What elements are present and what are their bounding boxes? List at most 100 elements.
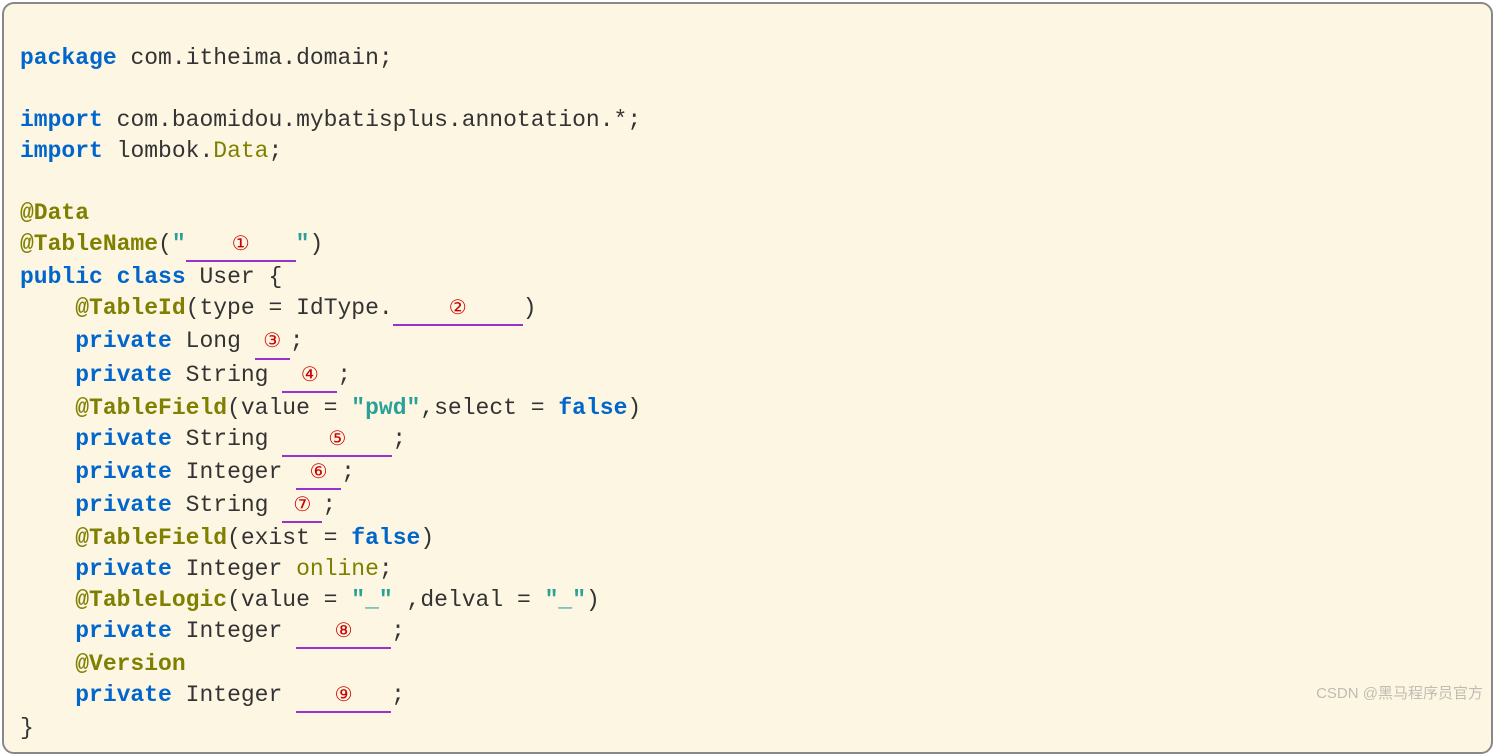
string-underscore: "_": [545, 587, 586, 613]
code-block: package com.itheima.domain; import com.b…: [2, 2, 1493, 754]
paren-open: (: [158, 231, 172, 257]
type-string: String: [186, 426, 269, 452]
keyword-private: private: [75, 492, 172, 518]
quote: ": [172, 231, 186, 257]
import-lombok: lombok.: [117, 138, 214, 164]
string-underscore: "_": [351, 587, 392, 613]
paren-close: ): [309, 231, 323, 257]
blank-4[interactable]: ④: [282, 360, 337, 393]
circled-3: ③: [261, 330, 283, 352]
paren-close: ): [627, 395, 641, 421]
semicolon: ;: [379, 45, 393, 71]
semicolon: ;: [322, 492, 336, 518]
param-type: type: [199, 295, 254, 321]
annotation-tablefield: @TableField: [75, 525, 227, 551]
keyword-private: private: [75, 682, 172, 708]
circled-2: ②: [447, 297, 469, 319]
equals: =: [310, 587, 351, 613]
keyword-private: private: [75, 362, 172, 388]
type-string: String: [186, 492, 269, 518]
comma: ,: [420, 395, 434, 421]
type-long: Long: [186, 328, 241, 354]
paren-close: ): [523, 295, 537, 321]
type-string: String: [186, 362, 269, 388]
blank-5[interactable]: ⑤: [282, 424, 392, 457]
type-integer: Integer: [186, 459, 283, 485]
semicolon: ;: [268, 138, 282, 164]
blank-9[interactable]: ⑨: [296, 680, 391, 713]
import-path: com.baomidou.mybatisplus.annotation.*: [117, 107, 628, 133]
paren-open: (: [186, 295, 200, 321]
annotation-version: @Version: [75, 651, 185, 677]
blank-2[interactable]: ②: [393, 293, 523, 326]
paren-open: (: [227, 525, 241, 551]
blank-6[interactable]: ⑥: [296, 457, 341, 490]
blank-8[interactable]: ⑧: [296, 616, 391, 649]
keyword-import: import: [20, 107, 103, 133]
param-value: value: [241, 587, 310, 613]
comma: ,: [407, 587, 421, 613]
keyword-private: private: [75, 459, 172, 485]
class-name: User: [199, 264, 254, 290]
paren-close: ): [586, 587, 600, 613]
literal-false: false: [558, 395, 627, 421]
equals: =: [503, 587, 544, 613]
blank-7[interactable]: ⑦: [282, 490, 322, 523]
paren-open: (: [227, 395, 241, 421]
keyword-private: private: [75, 556, 172, 582]
keyword-public: public: [20, 264, 103, 290]
type-integer: Integer: [186, 682, 283, 708]
watermark-text: CSDN @黑马程序员官方: [1316, 682, 1483, 703]
equals: =: [310, 525, 351, 551]
keyword-import: import: [20, 138, 103, 164]
keyword-class: class: [117, 264, 186, 290]
blank-1[interactable]: ①: [186, 229, 296, 262]
quote: ": [296, 231, 310, 257]
brace-close: }: [20, 715, 34, 741]
string-pwd: "pwd": [351, 395, 420, 421]
semicolon: ;: [391, 618, 405, 644]
param-exist: exist: [241, 525, 310, 551]
brace-open: {: [269, 264, 283, 290]
paren-close: ): [420, 525, 434, 551]
annotation-data: @Data: [20, 200, 89, 226]
annotation-tableid: @TableId: [75, 295, 185, 321]
type-integer: Integer: [186, 618, 283, 644]
blank-3[interactable]: ③: [255, 326, 290, 359]
semicolon: ;: [337, 362, 351, 388]
keyword-private: private: [75, 618, 172, 644]
equals: =: [310, 395, 351, 421]
keyword-private: private: [75, 426, 172, 452]
equals: =: [255, 295, 296, 321]
semicolon: ;: [627, 107, 641, 133]
semicolon: ;: [392, 426, 406, 452]
circled-8: ⑧: [333, 620, 355, 642]
semicolon: ;: [341, 459, 355, 485]
param-delval: delval: [420, 587, 503, 613]
semicolon: ;: [290, 328, 304, 354]
package-name: com.itheima.domain: [130, 45, 378, 71]
equals: =: [517, 395, 558, 421]
semicolon: ;: [391, 682, 405, 708]
dot: .: [379, 295, 393, 321]
paren-open: (: [227, 587, 241, 613]
idtype-class: IdType: [296, 295, 379, 321]
annotation-tablefield: @TableField: [75, 395, 227, 421]
semicolon: ;: [379, 556, 393, 582]
circled-4: ④: [299, 364, 321, 386]
field-online: online: [296, 556, 379, 582]
import-data: Data: [213, 138, 268, 164]
keyword-private: private: [75, 328, 172, 354]
circled-6: ⑥: [308, 461, 330, 483]
annotation-tablename: @TableName: [20, 231, 158, 257]
circled-7: ⑦: [291, 494, 313, 516]
type-integer: Integer: [186, 556, 283, 582]
circled-5: ⑤: [326, 428, 348, 450]
param-select: select: [434, 395, 517, 421]
annotation-tablelogic: @TableLogic: [75, 587, 227, 613]
literal-false: false: [351, 525, 420, 551]
param-value: value: [241, 395, 310, 421]
keyword-package: package: [20, 45, 117, 71]
circled-1: ①: [230, 233, 252, 255]
circled-9: ⑨: [333, 684, 355, 706]
